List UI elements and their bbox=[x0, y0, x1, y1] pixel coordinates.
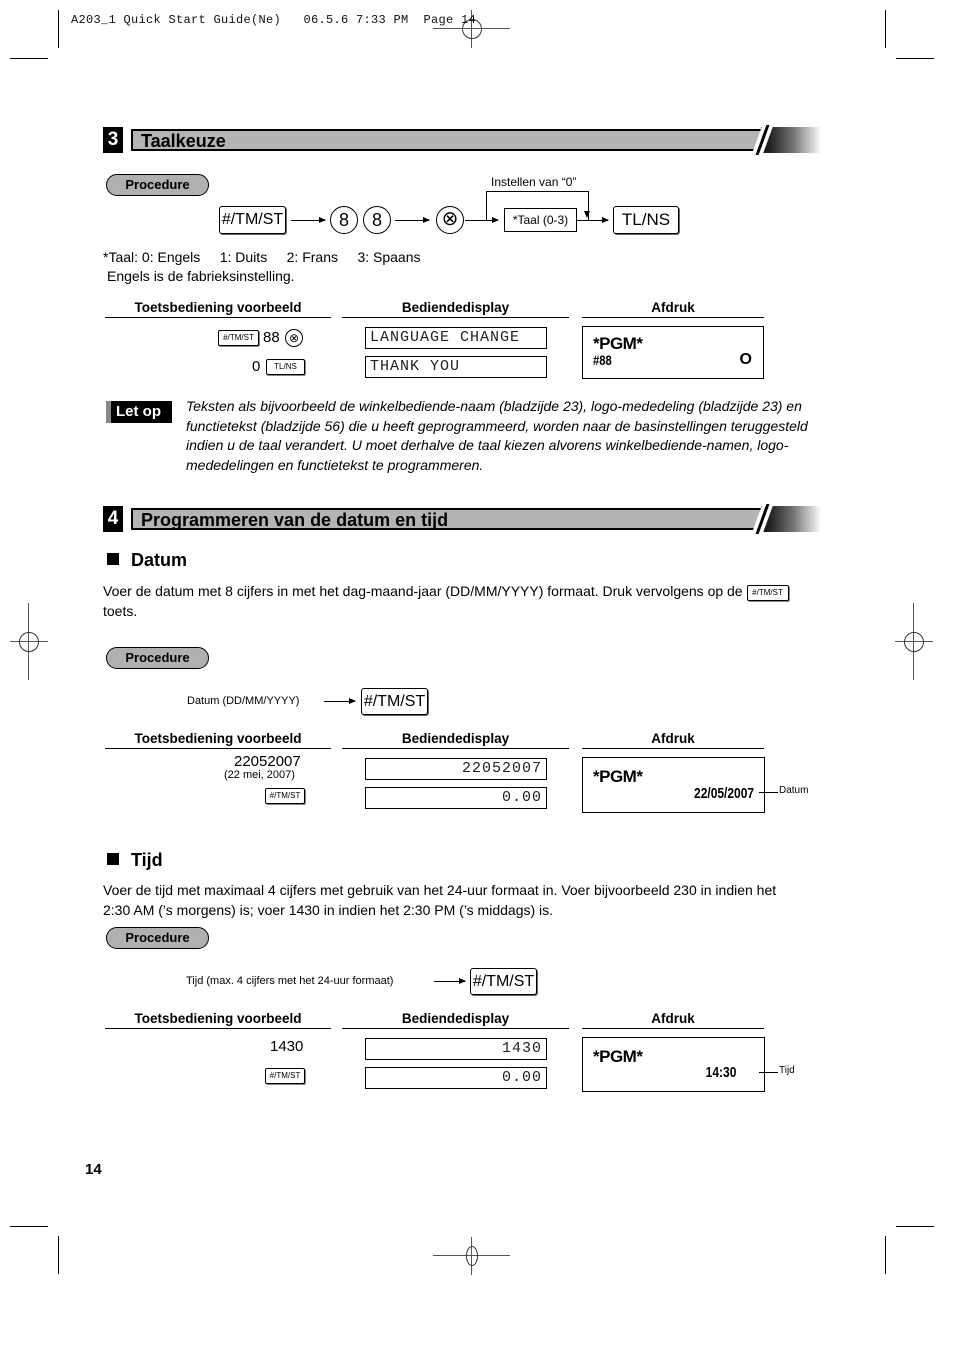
crop-mark bbox=[10, 58, 48, 59]
square-bullet-icon bbox=[107, 853, 119, 865]
flow-arrow bbox=[324, 698, 356, 704]
datum-instructions: Voer de datum met 8 cijfers in met het d… bbox=[103, 582, 823, 621]
receipt-printout: *PGM* #88 O bbox=[582, 326, 764, 379]
square-bullet-icon bbox=[107, 553, 119, 565]
tijd-instructions: Voer de tijd met maximaal 4 cijfers met … bbox=[103, 881, 823, 920]
operator-display: LANGUAGE CHANGE bbox=[365, 327, 547, 349]
flow-arrow bbox=[395, 217, 430, 223]
entry-value: 0 bbox=[252, 358, 261, 375]
language-value: O bbox=[739, 351, 752, 368]
tm-st-key: #/TM/ST bbox=[361, 688, 428, 715]
printed-time: 14:30 bbox=[705, 1064, 736, 1081]
column-header-display: Bediendedisplay bbox=[342, 300, 569, 318]
entry-note: (22 mei, 2007) bbox=[224, 769, 295, 781]
printed-date: 22/05/2007 bbox=[693, 785, 754, 802]
entry-value: 88 bbox=[263, 329, 280, 346]
callout-line bbox=[759, 1072, 778, 1073]
flow-arrow bbox=[577, 217, 609, 223]
language-codes-footnote: *Taal: 0: Engels 1: Duits 2: Frans 3: Sp… bbox=[103, 249, 421, 265]
tm-st-key: #/TM/ST bbox=[219, 206, 286, 234]
multiply-key-icon: ⊗ bbox=[436, 206, 464, 234]
crop-mark bbox=[885, 10, 886, 48]
datum-body-text: Voer de datum met 8 cijfers in met het d… bbox=[103, 583, 743, 599]
tijd-body-text: 2:30 AM (’s morgens) is; voer 1430 in in… bbox=[103, 901, 554, 918]
crop-mark bbox=[58, 10, 59, 48]
datum-heading: Datum bbox=[107, 550, 187, 571]
column-header-print: Afdruk bbox=[582, 731, 764, 749]
column-header-keys: Toetsbediening voorbeeld bbox=[105, 731, 331, 749]
section-title: Programmeren van de datum en tijd bbox=[141, 510, 449, 530]
note-badge: Let op bbox=[106, 401, 172, 423]
multiply-key-icon: ⊗ bbox=[285, 329, 303, 347]
column-header-display: Bediendedisplay bbox=[342, 1011, 569, 1029]
tl-ns-key: TL/NS bbox=[613, 206, 679, 234]
time-callout-label: Tijd bbox=[779, 1065, 795, 1076]
bypass-arrowhead bbox=[584, 211, 590, 218]
taal-box: *Taal (0-3) bbox=[504, 208, 577, 232]
entry-value: 1430 bbox=[270, 1038, 304, 1055]
tijd-body-text: Voer de tijd met maximaal 4 cijfers met … bbox=[103, 882, 777, 898]
section-number: 3 bbox=[103, 127, 123, 153]
datum-heading-text: Datum bbox=[131, 550, 188, 570]
crop-mark bbox=[885, 1236, 886, 1274]
crop-mark bbox=[58, 1236, 59, 1274]
procedure-badge: Procedure bbox=[106, 647, 209, 669]
column-header-keys: Toetsbediening voorbeeld bbox=[105, 1011, 331, 1029]
program-code: #88 bbox=[593, 352, 612, 368]
receipt-printout: *PGM* 22/05/2007 bbox=[582, 757, 765, 813]
pgm-header: *PGM* bbox=[593, 1047, 643, 1066]
datum-flow-label: Datum (DD/MM/YYYY) bbox=[187, 695, 300, 707]
pgm-header: *PGM* bbox=[593, 767, 643, 786]
crop-mark bbox=[10, 1226, 48, 1227]
column-header-keys: Toetsbediening voorbeeld bbox=[105, 300, 331, 318]
procedure-badge: Procedure bbox=[106, 174, 209, 196]
note-text: Teksten als bijvoorbeeld de winkelbedien… bbox=[186, 398, 808, 473]
operator-display: 0.00 bbox=[365, 1067, 547, 1089]
crop-mark bbox=[896, 1226, 934, 1227]
tm-st-key: #/TM/ST bbox=[265, 788, 305, 804]
receipt-printout: *PGM* 14:30 bbox=[582, 1037, 765, 1092]
operator-display: THANK YOU bbox=[365, 356, 547, 378]
tm-st-key: #/TM/ST bbox=[265, 1068, 305, 1084]
tijd-heading-text: Tijd bbox=[131, 850, 163, 870]
tl-ns-key: TL/NS bbox=[266, 359, 305, 375]
crop-mark bbox=[896, 58, 934, 59]
column-header-display: Bediendedisplay bbox=[342, 731, 569, 749]
tijd-heading: Tijd bbox=[107, 850, 163, 871]
operator-display: 22052007 bbox=[365, 758, 547, 780]
tijd-flow-label: Tijd (max. 4 cijfers met het 24-uur form… bbox=[186, 975, 394, 987]
section-title: Taalkeuze bbox=[141, 131, 226, 151]
procedure-badge: Procedure bbox=[106, 927, 209, 949]
factory-default-note: Engels is de fabrieksinstelling. bbox=[107, 268, 295, 284]
print-slug-line: A203_1 Quick Start Guide(Ne) 06.5.6 7:33… bbox=[71, 13, 477, 27]
section-title-bar: Taalkeuze bbox=[131, 129, 761, 151]
bypass-label: Instellen van “0” bbox=[491, 175, 577, 189]
tm-st-key: #/TM/ST bbox=[218, 330, 259, 346]
operator-display: 0.00 bbox=[365, 787, 547, 809]
tm-st-key: #/TM/ST bbox=[470, 968, 537, 995]
page-number: 14 bbox=[85, 1161, 102, 1178]
section-title-bar: Programmeren van de datum en tijd bbox=[131, 508, 761, 530]
date-callout-label: Datum bbox=[779, 785, 809, 796]
callout-line bbox=[759, 792, 778, 793]
tm-st-key: #/TM/ST bbox=[746, 585, 789, 601]
digit-8-key: 8 bbox=[363, 206, 391, 234]
pgm-header: *PGM* bbox=[593, 334, 643, 353]
flow-arrow bbox=[291, 217, 326, 223]
datum-body-text: toets. bbox=[103, 602, 138, 619]
operator-display: 1430 bbox=[365, 1038, 547, 1060]
section-number: 4 bbox=[103, 506, 123, 532]
column-header-print: Afdruk bbox=[582, 300, 764, 318]
column-header-print: Afdruk bbox=[582, 1011, 764, 1029]
flow-arrow bbox=[434, 978, 466, 984]
digit-8-key: 8 bbox=[330, 206, 358, 234]
